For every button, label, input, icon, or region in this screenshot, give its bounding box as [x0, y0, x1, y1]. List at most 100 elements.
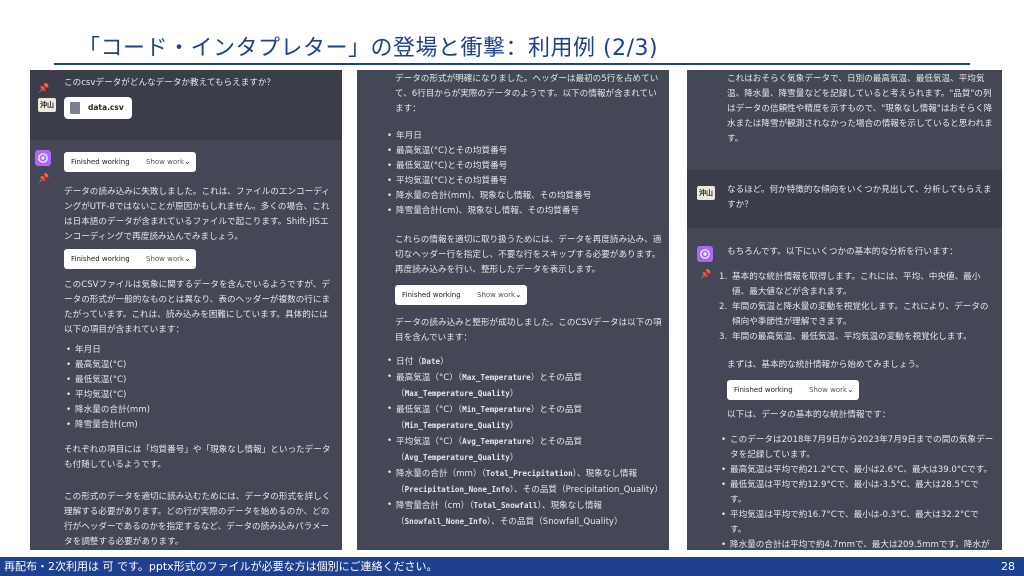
- column-code: Max_Temperature: [462, 373, 531, 382]
- pin-icon[interactable]: 📌: [700, 268, 711, 283]
- finished-working-toggle[interactable]: Finished working Show work ⌄: [727, 380, 859, 400]
- user-message-text: このcsvデータがどんなデータか教えてもらえますか？: [64, 78, 276, 88]
- user-message-text: なるほど。何か特徴的な傾向をいくつか見出して、分析してもらえますか？: [727, 185, 992, 210]
- assistant-paragraph: これはおそらく気象データで、日別の最高気温、最低気温、平均気温、降水量、降雪量な…: [727, 74, 993, 144]
- step-text: 年間の最高気温、最低気温、平均気温の変動を視覚化します。: [732, 332, 972, 342]
- column-text: 日付（: [396, 357, 422, 367]
- stat-item: 最低気温は平均で約12.9°Cで、最小は-3.5°C、最大は28.5°Cです。: [719, 478, 995, 508]
- file-icon: [70, 102, 80, 114]
- pin-icon[interactable]: 📌: [38, 82, 49, 97]
- assistant-message-block: 📌 Finished working Show work ⌄ データの読み込みに…: [30, 140, 342, 550]
- show-work-label: Show work: [146, 255, 185, 263]
- step-item: 2. 年間の気温と降水量の変動を視覚化します。これにより、データの傾向や季節性が理…: [719, 302, 989, 327]
- file-attachment[interactable]: data.csv: [64, 97, 132, 119]
- stat-item: 降水量の合計は平均で約4.7mmで、最大は209.5mmです。降水が観測されなか…: [719, 538, 995, 550]
- list-item: 平均気温(°C): [64, 388, 334, 403]
- column-text: ）: [509, 421, 519, 431]
- stats-list: このデータは2018年7月9日から2023年7月9日までの間の気象データを記録し…: [719, 433, 995, 550]
- list-item: 降水量の合計(mm): [64, 403, 334, 418]
- user-message-block: 沖山 なるほど。何か特徴的な傾向をいくつか見出して、分析してもらえますか？: [687, 170, 1002, 228]
- column-code: Total_Snowfall: [473, 501, 538, 510]
- finished-working-toggle[interactable]: Finished working Show work ⌄: [64, 249, 196, 269]
- column-text: 平均気温（°C）（: [396, 437, 463, 447]
- column-item: 最高気温（°C）（Max_Temperature）とその品質（Max_Tempe…: [385, 370, 667, 402]
- list-item: 降雪量合計(cm)、現象なし情報、その均質番号: [385, 204, 665, 219]
- step-item: 1. 基本的な統計情報を取得します。これには、平均、中央値、最小値、最大値などが含…: [719, 272, 981, 297]
- column-text: 降水量の合計（mm）（: [396, 469, 486, 479]
- assistant-message-block: これはおそらく気象データで、日別の最高気温、最低気温、平均気温、降水量、降雪量な…: [687, 70, 1002, 170]
- chevron-down-icon: ⌄: [184, 254, 191, 263]
- show-work-label: Show work: [477, 291, 516, 299]
- finished-working-label: Finished working: [734, 386, 793, 394]
- assistant-paragraph: それぞれの項目には「均質番号」や「現象なし情報」といったデータも付随しているよう…: [64, 445, 331, 470]
- page-number: 28: [1001, 560, 1015, 573]
- assistant-avatar-icon: [697, 246, 713, 262]
- column-code: Date: [421, 357, 441, 366]
- list-item: 最低気温(°C): [64, 373, 334, 388]
- list-item: 降雪量合計(cm): [64, 418, 334, 433]
- chevron-down-icon: ⌄: [515, 290, 522, 299]
- file-name: data.csv: [88, 103, 124, 112]
- title-divider: [54, 63, 970, 65]
- step-text: 年間の気温と降水量の変動を視覚化します。これにより、データの傾向や季節性が理解で…: [732, 302, 989, 327]
- pin-icon[interactable]: 📌: [38, 172, 49, 187]
- column-item: 最低気温（°C）（Min_Temperature）とその品質（Min_Tempe…: [385, 402, 667, 434]
- column-text: ）: [509, 453, 519, 463]
- chevron-down-icon: ⌄: [847, 385, 854, 394]
- column-text: ）: [509, 389, 519, 399]
- list-item: 最高気温(°C): [64, 358, 334, 373]
- assistant-paragraph: データの形式が明確になりました。ヘッダーは最初の5行を占めていて、6行目からが実…: [395, 74, 659, 114]
- assistant-paragraph: まずは、基本的な統計情報から始めてみましょう。: [727, 360, 925, 370]
- assistant-paragraph: このCSVファイルは気象に関するデータを含んでいるようですが、データの形式が一般…: [64, 280, 331, 335]
- finished-working-label: Finished working: [71, 158, 130, 166]
- finished-working-toggle[interactable]: Finished working Show work ⌄: [395, 285, 527, 305]
- assistant-paragraph: 以下は、データの基本的な統計情報です：: [727, 410, 891, 420]
- show-work-label: Show work: [146, 158, 185, 166]
- user-avatar: 沖山: [697, 186, 715, 200]
- assistant-paragraph: データの読み込みに失敗しました。これは、ファイルのエンコーディングがUTF-8で…: [64, 187, 330, 242]
- column-code: Min_Temperature: [462, 405, 531, 414]
- column-text: 最低気温（°C）（: [396, 405, 463, 415]
- show-work-label: Show work: [809, 386, 848, 394]
- column-item: 平均気温（°C）（Avg_Temperature）とその品質（Avg_Tempe…: [385, 434, 667, 466]
- chat-screenshot-1: 📌 沖山 このcsvデータがどんなデータか教えてもらえますか？ data.csv…: [30, 70, 342, 550]
- column-text: ）: [440, 357, 449, 367]
- assistant-paragraph: データの読み込みと整形が成功しました。このCSVデータは以下の項目を含んでいます…: [395, 318, 662, 343]
- column-code: Precipitation_None_Info: [404, 485, 510, 494]
- list-item: 年月日: [64, 343, 334, 358]
- assistant-paragraph: この形式のデータを適切に読み込むためには、データの形式を詳しく理解する必要があり…: [64, 492, 331, 547]
- assistant-paragraph: もちろんです。以下にいくつかの基本的な分析を行います：: [727, 247, 958, 257]
- footer-text: 再配布・2次利用は 可 です。pptx形式のファイルが必要な方は個別にご連絡くだ…: [4, 560, 438, 573]
- list-item: 最高気温(°C)とその均質番号: [385, 144, 665, 159]
- item-list: 年月日 最高気温(°C)とその均質番号 最低気温(°C)とその均質番号 平均気温…: [385, 129, 665, 219]
- column-code: Snowfall_None_Info: [404, 517, 487, 526]
- chevron-down-icon: ⌄: [184, 157, 191, 166]
- assistant-message-block: 📌 もちろんです。以下にいくつかの基本的な分析を行います： 1. 基本的な統計情報…: [687, 228, 1002, 550]
- list-item: 年月日: [385, 129, 665, 144]
- stat-item: このデータは2018年7月9日から2023年7月9日までの間の気象データを記録し…: [719, 433, 995, 463]
- column-item: 日付（Date）: [385, 354, 667, 370]
- analysis-steps: 1. 基本的な統計情報を取得します。これには、平均、中央値、最小値、最大値などが含…: [719, 270, 995, 345]
- slide-title: 「コード・インタプレター」の登場と衝撃：利用例 (2/3): [78, 36, 659, 61]
- column-text: 最高気温（°C）（: [396, 373, 463, 383]
- column-text: ）、その品質（Snowfall_Quality）: [486, 517, 623, 527]
- user-avatar: 沖山: [38, 98, 56, 112]
- column-code: Avg_Temperature: [462, 437, 531, 446]
- column-code: Max_Temperature_Quality: [404, 389, 510, 398]
- column-code: Avg_Temperature_Quality: [404, 453, 510, 462]
- list-item: 降水量の合計(mm)、現象なし情報、その均質番号: [385, 189, 665, 204]
- finished-working-label: Finished working: [402, 291, 461, 299]
- chat-screenshot-3: これはおそらく気象データで、日別の最高気温、最低気温、平均気温、降水量、降雪量な…: [687, 70, 1002, 550]
- finished-working-toggle[interactable]: Finished working Show work ⌄: [64, 152, 196, 172]
- column-item: 降水量の合計（mm）（Total_Precipitation）、現象なし情報（P…: [385, 466, 667, 498]
- column-text: 降雪量合計（cm）（: [396, 501, 474, 511]
- column-list: 日付（Date） 最高気温（°C）（Max_Temperature）とその品質（…: [385, 354, 667, 530]
- step-item: 3. 年間の最高気温、最低気温、平均気温の変動を視覚化します。: [719, 332, 972, 342]
- footer-bar: 再配布・2次利用は 可 です。pptx形式のファイルが必要な方は個別にご連絡くだ…: [0, 557, 1024, 576]
- user-message-block: 📌 沖山 このcsvデータがどんなデータか教えてもらえますか？ data.csv: [30, 70, 342, 140]
- assistant-avatar-icon: [35, 150, 51, 166]
- column-code: Total_Precipitation: [485, 469, 573, 478]
- stat-item: 平均気温は平均で約16.7°Cで、最小は-0.3°C、最大は32.2°Cです。: [719, 508, 995, 538]
- stat-item: 最高気温は平均で約21.2°Cで、最小は2.6°C、最大は39.0°Cです。: [719, 463, 995, 478]
- column-text: ）、その品質（Precipitation_Quality）: [509, 485, 663, 495]
